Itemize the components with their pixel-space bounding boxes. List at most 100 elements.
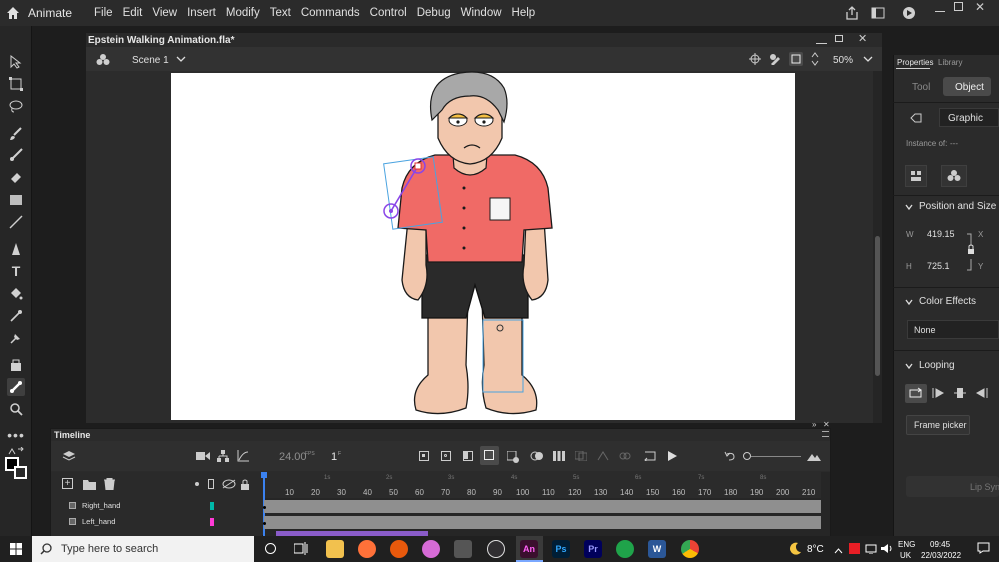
rectangle-tool-icon[interactable] [7, 191, 25, 209]
zoom-tool-icon[interactable] [7, 400, 25, 418]
graph-editor-icon[interactable] [237, 450, 249, 462]
timeline-vscroll[interactable] [821, 472, 830, 536]
menu-insert[interactable]: Insert [187, 7, 216, 19]
weather-icon[interactable] [789, 542, 802, 555]
show-outline-icon[interactable] [208, 479, 214, 489]
insert-blank-keyframe-icon[interactable] [441, 451, 451, 461]
play-preview-icon[interactable] [902, 6, 916, 20]
loop-button[interactable] [905, 384, 927, 403]
edit-symbol-button[interactable] [941, 165, 967, 187]
minimize-window-icon[interactable] [935, 2, 945, 12]
play-reverse-button[interactable] [975, 386, 989, 400]
tray-chevron-up-icon[interactable] [834, 545, 843, 554]
lasso-tool-icon[interactable] [7, 97, 25, 115]
line-tool-icon[interactable] [7, 213, 25, 231]
fill-color-swatch[interactable] [14, 466, 27, 479]
onion-skin-icon[interactable] [530, 451, 544, 461]
create-tween-icon[interactable] [506, 450, 519, 463]
vertical-scrollbar[interactable] [873, 71, 882, 423]
start-windows-icon[interactable] [10, 543, 22, 555]
itunes-icon[interactable] [422, 540, 440, 558]
taskbar-search-box[interactable]: Type here to search [32, 536, 254, 562]
timeline-menu-icon[interactable] [822, 431, 829, 437]
fps-value[interactable]: 24.00 [279, 451, 307, 463]
undo-zoom-icon[interactable] [724, 451, 736, 461]
loop-playback-icon[interactable] [643, 451, 657, 463]
workspace-icon[interactable] [871, 7, 885, 19]
volume-icon[interactable] [881, 543, 893, 554]
animate-taskbar-icon[interactable]: An [520, 540, 538, 558]
app-icon-orange[interactable] [390, 540, 408, 558]
zoom-stepper-icon[interactable] [810, 51, 820, 67]
brush-tool-icon[interactable] [7, 146, 25, 164]
lock-layers-icon[interactable] [240, 479, 250, 490]
auto-keyframe-toggle[interactable] [480, 446, 499, 465]
layer-parenting-icon[interactable] [217, 450, 229, 462]
scene-chevron-down-icon[interactable] [176, 54, 186, 64]
photoshop-taskbar-icon[interactable]: Ps [552, 540, 570, 558]
close-window-icon[interactable]: ✕ [975, 0, 985, 14]
color-effects-chevron-icon[interactable] [905, 297, 913, 306]
layer-row[interactable]: Right_hand [51, 499, 262, 513]
share-icon[interactable] [845, 6, 859, 20]
app-icon-green[interactable] [616, 540, 634, 558]
eyedropper-tool-icon[interactable] [7, 307, 25, 325]
free-transform-tool-icon[interactable] [7, 75, 25, 93]
stroke-fill-swap-icon[interactable] [8, 446, 24, 455]
play-icon[interactable] [667, 451, 677, 461]
new-layer-icon[interactable]: + [62, 478, 73, 489]
character-artwork[interactable] [380, 70, 560, 418]
hide-layers-icon[interactable] [222, 479, 236, 489]
camera-icon[interactable] [196, 451, 210, 461]
width-field[interactable]: 419.15 [927, 229, 955, 239]
text-tool-icon[interactable]: T [7, 262, 25, 280]
layer-row[interactable]: Left_hand [51, 515, 262, 529]
lock-aspect-icon[interactable] [966, 233, 976, 271]
current-frame-value[interactable]: 1 [331, 451, 337, 463]
swap-symbol-button[interactable] [905, 165, 927, 187]
looping-chevron-icon[interactable] [905, 361, 913, 370]
doc-close-button[interactable]: ✕ [858, 32, 867, 45]
firefox-icon[interactable] [358, 540, 376, 558]
task-view-icon[interactable] [293, 542, 308, 555]
weather-temp[interactable]: 8°C [807, 544, 824, 555]
tray-app-icon[interactable] [849, 543, 860, 554]
restore-window-icon[interactable] [954, 2, 963, 11]
obs-icon[interactable] [487, 540, 505, 558]
clock-time[interactable]: 09:45 [930, 540, 950, 549]
delete-layer-icon[interactable] [104, 477, 115, 491]
bone-tool-icon[interactable] [7, 378, 25, 396]
paint-bucket-tool-icon[interactable] [7, 285, 25, 303]
cortana-icon[interactable] [265, 543, 276, 554]
tab-properties[interactable]: Properties [897, 58, 933, 67]
chrome-icon[interactable] [681, 540, 699, 558]
timeline-panel-close-icon[interactable]: ✕ [823, 420, 830, 429]
timeline-panel-collapse-icon[interactable]: » [812, 420, 816, 429]
file-explorer-icon[interactable] [326, 540, 344, 558]
frame-span-right-hand[interactable] [264, 500, 821, 513]
pen-tool-icon[interactable] [7, 240, 25, 258]
network-icon[interactable] [865, 543, 877, 555]
menu-text[interactable]: Text [270, 7, 291, 19]
center-stage-icon[interactable] [749, 53, 761, 65]
scene-symbol-icon[interactable] [96, 53, 110, 67]
edit-symbols-icon[interactable] [769, 53, 781, 66]
single-frame-button[interactable] [953, 386, 967, 400]
layer-color-swatch[interactable] [210, 502, 214, 510]
scene-name[interactable]: Scene 1 [132, 55, 169, 66]
pin-tool-icon[interactable] [7, 329, 25, 347]
menu-edit[interactable]: Edit [123, 7, 143, 19]
insert-keyframe-icon[interactable] [419, 451, 429, 461]
height-field[interactable]: 725.1 [927, 261, 950, 271]
menu-window[interactable]: Window [461, 7, 502, 19]
subtab-tool[interactable]: Tool [912, 82, 930, 93]
doc-maximize-button[interactable] [835, 35, 843, 42]
app-icon-dark[interactable] [454, 540, 472, 558]
position-size-chevron-icon[interactable] [905, 202, 913, 211]
notifications-icon[interactable] [977, 542, 990, 554]
menu-debug[interactable]: Debug [417, 7, 451, 19]
paint-brush-tool-icon[interactable] [7, 125, 25, 143]
menu-help[interactable]: Help [512, 7, 536, 19]
frame-span-left-hand[interactable] [264, 516, 821, 529]
new-folder-icon[interactable] [83, 479, 96, 490]
